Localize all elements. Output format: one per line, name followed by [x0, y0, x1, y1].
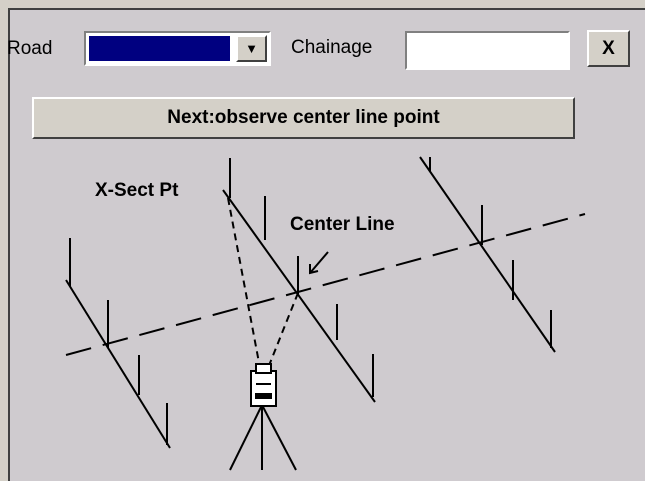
sight-line-xsect	[227, 197, 261, 369]
sight-line-center	[267, 292, 299, 369]
center-line-arrow	[309, 251, 329, 274]
cross-section-line-right	[419, 156, 556, 353]
xsect-point-label: X-Sect Pt	[95, 180, 179, 201]
cross-section-line-left	[65, 279, 171, 449]
total-station-icon	[250, 363, 277, 407]
center-line-label: Center Line	[290, 214, 395, 235]
survey-diagram	[65, 156, 586, 471]
